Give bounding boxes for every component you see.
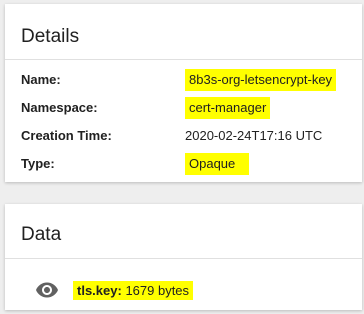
creation-time-label: Creation Time: <box>21 128 112 143</box>
namespace-value[interactable]: cert-manager <box>185 97 271 119</box>
data-divider <box>5 258 362 259</box>
details-divider <box>5 59 362 60</box>
eye-icon[interactable] <box>35 278 59 302</box>
details-title: Details <box>21 26 80 47</box>
namespace-label: Namespace: <box>21 100 98 115</box>
detail-row-type: Type: Opaque <box>21 153 362 175</box>
details-card: Details Name: 8b3s-org-letsencrypt-key N… <box>5 4 362 182</box>
detail-row-name: Name: 8b3s-org-letsencrypt-key <box>21 69 362 91</box>
creation-time-value: 2020-02-24T17:16 UTC <box>185 128 323 143</box>
type-label: Type: <box>21 156 55 171</box>
detail-row-creation-time: Creation Time: 2020-02-24T17:16 UTC <box>21 125 362 147</box>
data-title: Data <box>21 224 62 245</box>
name-label: Name: <box>21 72 61 87</box>
type-value: Opaque <box>185 153 250 175</box>
data-card: Data tls.key: 1679 bytes <box>5 204 362 310</box>
data-item: tls.key: 1679 bytes <box>35 278 194 302</box>
detail-row-namespace: Namespace: cert-manager <box>21 97 362 119</box>
data-key: tls.key: <box>77 282 122 298</box>
name-value: 8b3s-org-letsencrypt-key <box>185 69 337 91</box>
data-size: 1679 bytes <box>125 282 190 298</box>
data-entry: tls.key: 1679 bytes <box>73 280 194 300</box>
